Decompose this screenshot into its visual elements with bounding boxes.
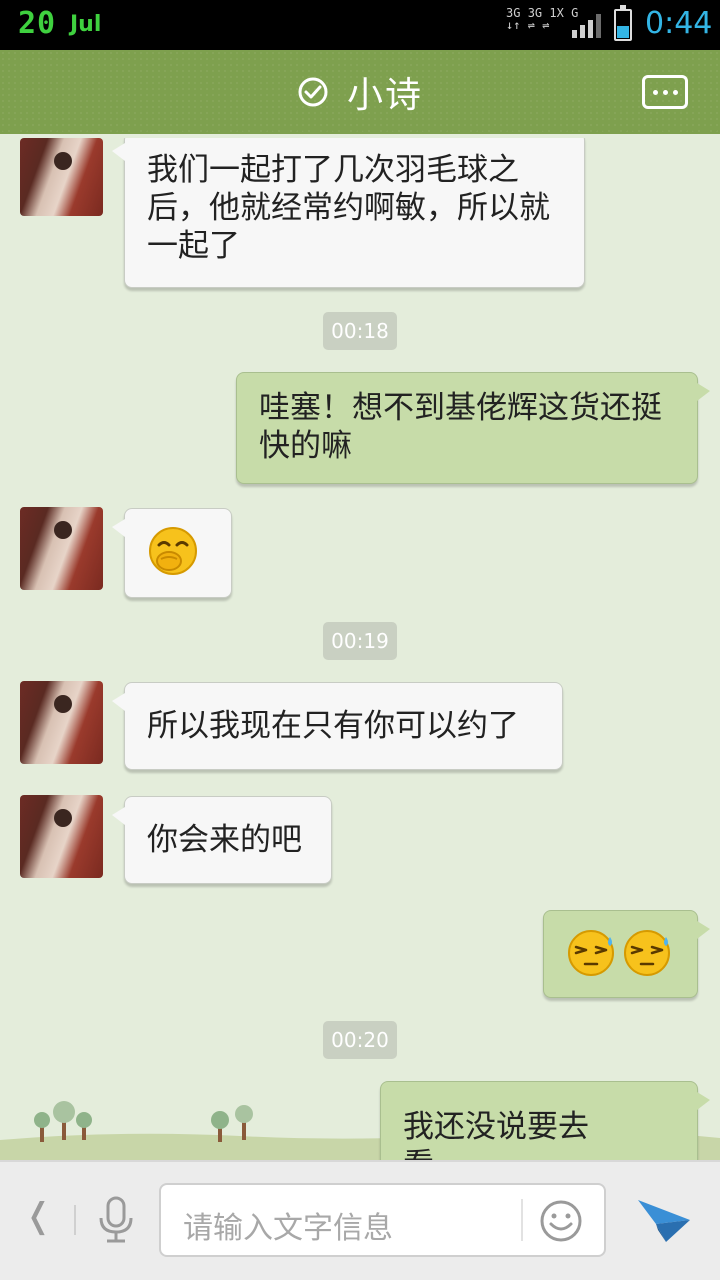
status-date-month: Jul [70,12,102,37]
smiley-icon[interactable] [539,1199,583,1243]
message-bubble-incoming[interactable]: 我们一起打了几次羽毛球之后，他就经常约啊敏，所以就一起了 [112,138,585,288]
chat-title-area: 小诗 [0,50,720,134]
status-time: 0:44 [645,6,713,41]
battery-icon [614,5,632,41]
input-divider [74,1205,76,1235]
more-dots-icon[interactable] [642,75,688,109]
status-bar: 20 Jul 3G 3G 1X G ↓↑ ⇌ ⇌ 0:44 [0,0,720,50]
timestamp: 00:18 [323,312,397,350]
message-bubble-incoming[interactable] [112,508,232,598]
microphone-icon[interactable] [96,1196,136,1246]
message-bubble-outgoing[interactable] [543,910,710,998]
message-input[interactable]: 请输入文字信息 [159,1183,606,1257]
sweat-emoji [624,930,670,976]
message-list[interactable]: 我们一起打了几次羽毛球之后，他就经常约啊敏，所以就一起了 00:18 哇塞！想不… [0,138,720,1160]
check-circle-icon [298,77,328,107]
signal-icon [572,14,601,38]
chat-title[interactable]: 小诗 [347,66,423,118]
message-bubble-incoming[interactable]: 你会来的吧 [112,796,332,884]
message-bubble-incoming[interactable]: 所以我现在只有你可以约了 [112,682,563,770]
sweat-emoji [568,930,614,976]
input-inner-divider [521,1199,523,1241]
avatar[interactable] [20,795,103,878]
message-bubble-outgoing[interactable]: 我还没说要去看…… [380,1081,710,1160]
network-icon: 3G 3G 1X G ↓↑ ⇌ ⇌ [506,6,579,32]
avatar[interactable] [20,681,103,764]
paper-plane-icon[interactable] [636,1194,692,1246]
timestamp: 00:20 [323,1021,397,1059]
timestamp: 00:19 [323,622,397,660]
covering-mouth-laugh-emoji [149,527,197,575]
chevron-left-icon[interactable]: ❬ [24,1196,53,1236]
message-input-placeholder: 请输入文字信息 [183,1211,393,1246]
avatar[interactable] [20,507,103,590]
status-date-day: 20 [18,6,57,41]
avatar[interactable] [20,138,103,216]
message-bubble-outgoing[interactable]: 哇塞！想不到基佬辉这货还挺快的嘛 [236,372,710,484]
